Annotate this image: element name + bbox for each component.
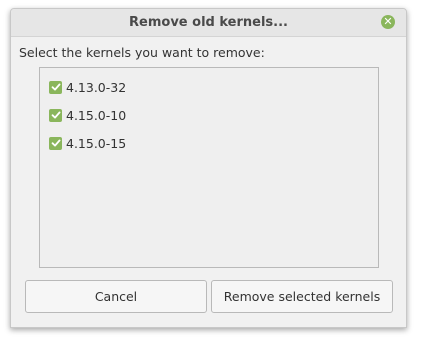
kernel-label: 4.13.0-32 (66, 79, 127, 95)
instruction-label: Select the kernels you want to remove: (19, 45, 265, 60)
kernel-checkbox[interactable] (49, 108, 62, 122)
close-button[interactable]: ✕ (381, 15, 395, 29)
close-icon: ✕ (383, 15, 393, 28)
kernel-checkbox[interactable] (49, 136, 62, 150)
kernel-label: 4.15.0-10 (66, 107, 127, 123)
title-bar: Remove old kernels... ✕ (11, 9, 406, 37)
kernel-item[interactable]: 4.15.0-15 (49, 135, 126, 151)
cancel-button[interactable]: Cancel (25, 280, 207, 313)
checkmark-icon (51, 111, 60, 119)
checkmark-icon (51, 83, 60, 91)
remove-selected-kernels-button[interactable]: Remove selected kernels (211, 280, 393, 313)
window-title: Remove old kernels... (129, 15, 288, 30)
kernel-item[interactable]: 4.15.0-10 (49, 107, 126, 123)
checkmark-icon (51, 139, 60, 147)
kernel-list: 4.13.0-32 4.15.0-10 4.15.0-15 (39, 67, 379, 268)
kernel-item[interactable]: 4.13.0-32 (49, 79, 126, 95)
remove-kernels-dialog: Remove old kernels... ✕ Select the kerne… (10, 8, 407, 328)
kernel-checkbox[interactable] (49, 80, 62, 94)
kernel-label: 4.15.0-15 (66, 135, 127, 151)
